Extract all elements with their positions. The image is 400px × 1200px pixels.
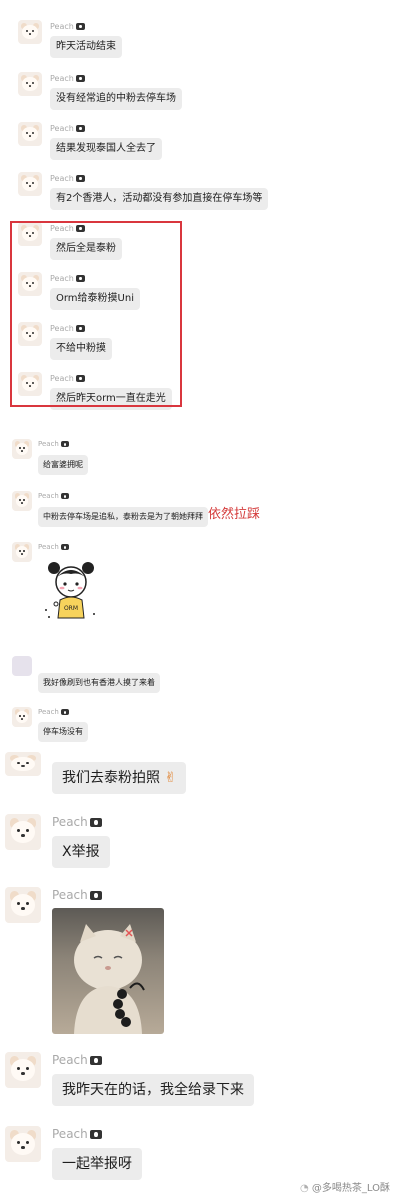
sender-name: Peach [52, 815, 102, 829]
message-bubble[interactable]: X举报 [52, 836, 110, 868]
weibo-watermark: ◔ @多喝热茶_LO酥 [300, 1183, 390, 1194]
camera-icon [89, 1056, 102, 1065]
weibo-icon: ◔ [300, 1183, 312, 1194]
sender-name: Peach [52, 1127, 102, 1141]
avatar[interactable] [5, 752, 41, 776]
camera-icon [89, 891, 102, 900]
cat-photo[interactable] [52, 908, 164, 1034]
avatar[interactable] [5, 814, 41, 850]
sender-name: Peach [52, 888, 102, 902]
emoji-icon: ✌ [160, 770, 177, 786]
camera-icon [89, 818, 102, 827]
message-bubble[interactable]: 我们去泰粉拍照 ✌ [52, 762, 187, 794]
sender-name: Peach [52, 1053, 102, 1067]
avatar[interactable] [5, 887, 41, 923]
message-bubble[interactable]: 我昨天在的话，我全给录下来 [52, 1074, 254, 1106]
avatar[interactable] [5, 1052, 41, 1088]
chat-screenshot-3: 我们去泰粉拍照 ✌ Peach X举报 Peach Peach 我昨天在的话，我… [0, 0, 400, 1200]
camera-icon [89, 1130, 102, 1139]
avatar[interactable] [5, 1126, 41, 1162]
message-bubble[interactable]: 一起举报呀 [52, 1148, 142, 1180]
